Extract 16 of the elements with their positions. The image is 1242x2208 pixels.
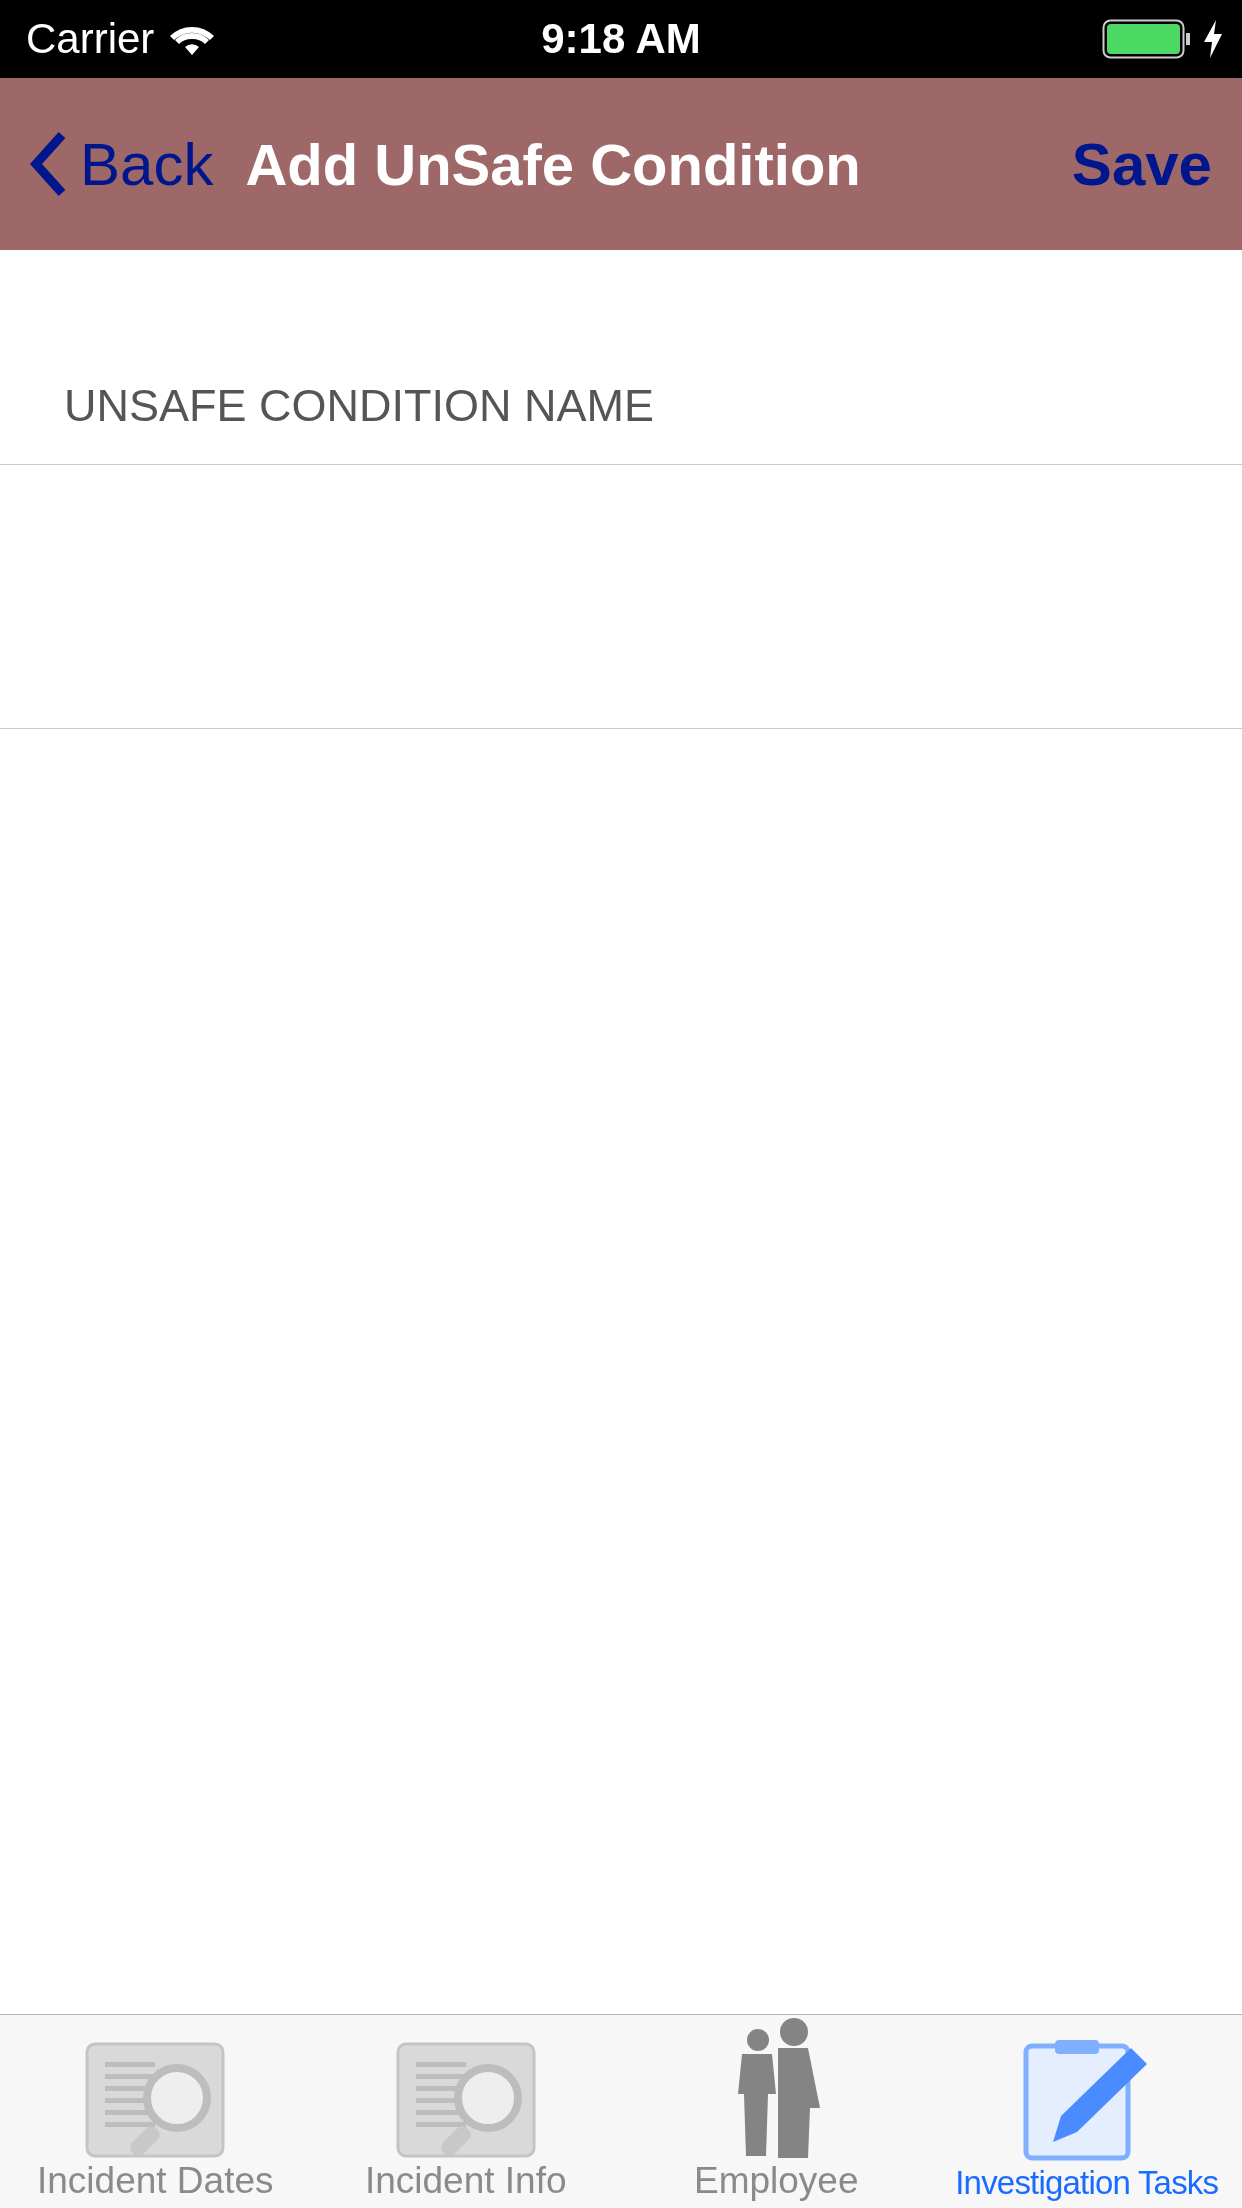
tab-bar-item[interactable]: Incident Dates [0, 2015, 311, 2208]
section-header: UNSAFE CONDITION NAME [63, 379, 656, 433]
save-button[interactable]: Save [1071, 129, 1212, 199]
charging-bolt-icon [1202, 20, 1224, 58]
document-search-icon [85, 2042, 226, 2158]
clock-time: 9:18 AM [541, 15, 701, 62]
document-search-icon [395, 2042, 536, 2158]
carrier-label: Carrier [26, 15, 155, 63]
tab-bar-item[interactable]: Investigation Tasks [931, 2015, 1242, 2208]
back-button[interactable]: Back [30, 129, 214, 199]
tab-bar-item[interactable]: Employee [621, 2015, 932, 2208]
screen-title: Add UnSafe Condition [245, 130, 861, 198]
battery-icon [1102, 19, 1192, 59]
chevron-left-icon [30, 131, 66, 197]
input-field[interactable] [0, 464, 1242, 729]
tab-bar-item[interactable]: Incident Info [310, 2015, 621, 2208]
